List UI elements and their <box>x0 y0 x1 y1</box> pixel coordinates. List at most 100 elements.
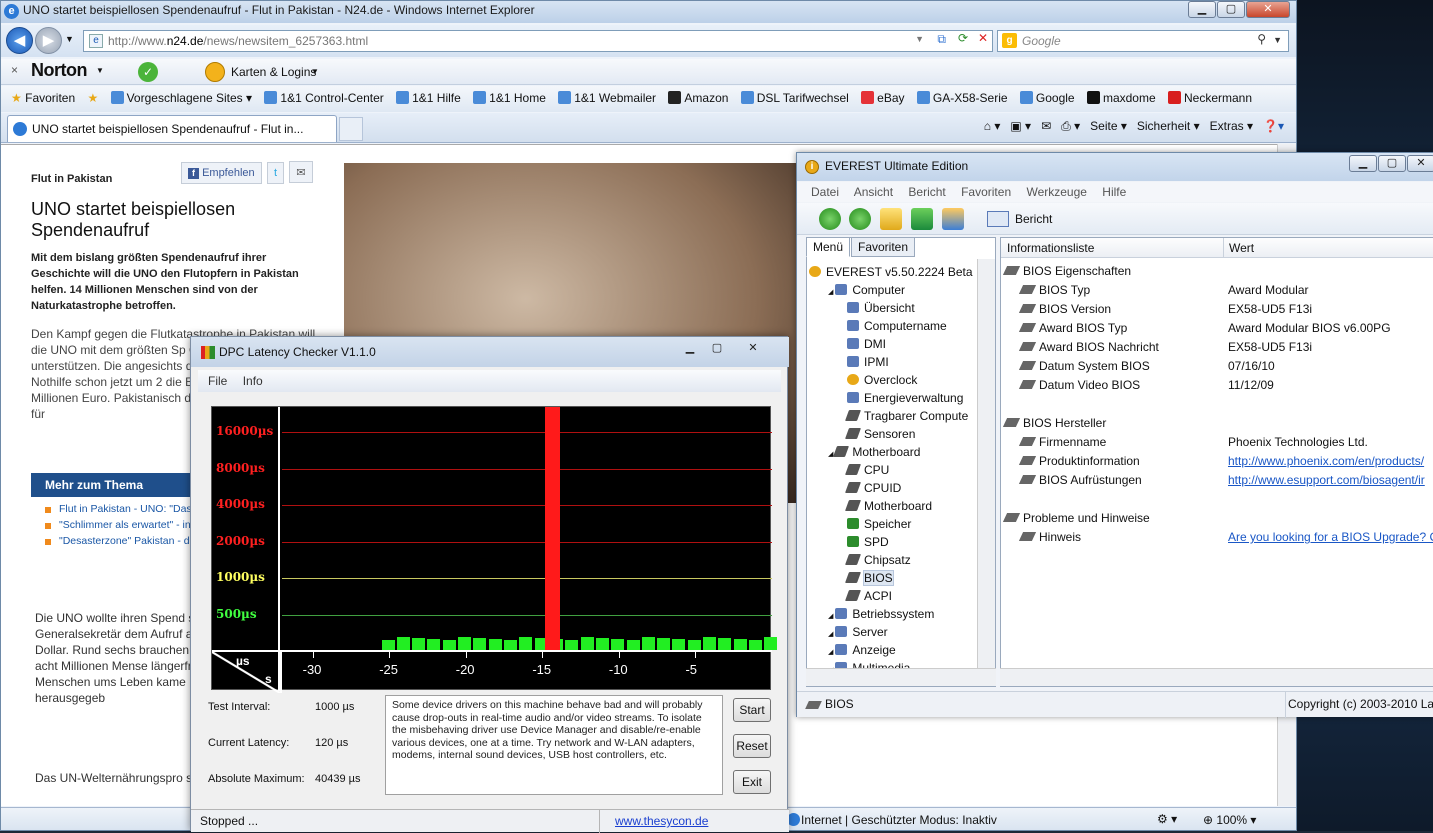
detail-row[interactable]: BIOS Eigenschaften <box>1002 262 1433 281</box>
detail-row[interactable]: BIOS Hersteller <box>1002 414 1433 433</box>
dpc-close-button[interactable]: ✕ <box>731 340 775 357</box>
menu-datei[interactable]: Datei <box>811 185 839 199</box>
tree-item[interactable]: ◢ Anzeige <box>809 641 979 659</box>
ie-maximize-button[interactable]: ▢ <box>1217 1 1245 18</box>
users-icon[interactable] <box>942 208 964 230</box>
tree-item[interactable]: Sensoren <box>809 425 979 443</box>
detail-row[interactable]: Probleme und Hinweise <box>1002 509 1433 528</box>
detail-link[interactable]: http://www.esupport.com/biosagent/ir <box>1228 471 1425 490</box>
add-favorite-icon[interactable]: ★ <box>87 86 98 105</box>
tree-item[interactable]: Motherboard <box>809 497 979 515</box>
history-dropdown-icon[interactable]: ▼ <box>65 34 74 44</box>
tree-item[interactable]: Übersicht <box>809 299 979 317</box>
karten-logins-menu[interactable]: Karten & Logins <box>231 65 316 79</box>
fav-link-8[interactable]: GA-X58-Serie <box>916 86 1008 105</box>
tree-scrollbar[interactable] <box>977 259 995 669</box>
back-arrow-icon[interactable]: ◀ <box>6 27 33 54</box>
menu-bericht[interactable]: Bericht <box>908 185 945 199</box>
dpc-minimize-button[interactable]: ▁ <box>677 340 703 357</box>
rss-feed-icon[interactable]: ▣ ▾ <box>1010 119 1031 133</box>
detail-row[interactable]: Datum System BIOS 07/16/10 <box>1005 357 1433 376</box>
tree-item[interactable]: ◢ Computer <box>809 281 979 299</box>
new-tab-button[interactable] <box>339 117 363 141</box>
fav-link-0[interactable]: Vorgeschlagene Sites ▾ <box>110 86 252 105</box>
detail-row[interactable]: Firmenname Phoenix Technologies Ltd. <box>1005 433 1433 452</box>
tree-item[interactable]: CPU <box>809 461 979 479</box>
detail-row[interactable]: Datum Video BIOS 11/12/09 <box>1005 376 1433 395</box>
detail-row[interactable]: Award BIOS Typ Award Modular BIOS v6.00PG <box>1005 319 1433 338</box>
fav-link-7[interactable]: eBay <box>861 86 905 105</box>
stop-icon[interactable]: ✕ <box>978 31 988 45</box>
column-value[interactable]: Wert <box>1229 241 1254 255</box>
details-hscrollbar[interactable] <box>1000 668 1433 686</box>
tree-item[interactable]: EVEREST v5.50.2224 Beta <box>809 263 979 281</box>
favorites-button[interactable]: ★ Favoriten <box>11 86 75 105</box>
detail-row[interactable]: Hinweis Are you looking for a BIOS Upgrad… <box>1005 528 1433 547</box>
column-divider[interactable] <box>1223 238 1224 258</box>
menu-hilfe[interactable]: Hilfe <box>1102 185 1126 199</box>
fav-link-5[interactable]: Amazon <box>668 86 728 105</box>
thesycon-link[interactable]: www.thesycon.de <box>615 814 708 828</box>
norton-safe-check-icon[interactable]: ✓ <box>138 62 158 82</box>
everest-minimize-button[interactable]: ▁ <box>1349 155 1377 172</box>
expand-arrow-icon[interactable]: ◢ <box>828 289 835 296</box>
print-icon[interactable]: ⎙ ▾ <box>1061 119 1080 133</box>
refresh-icon[interactable] <box>911 208 933 230</box>
norton-close-icon[interactable]: × <box>11 63 18 77</box>
expand-arrow-icon[interactable]: ◢ <box>828 631 835 638</box>
tree-hscrollbar[interactable] <box>806 668 996 686</box>
report-button[interactable]: Bericht <box>1015 212 1052 226</box>
home-icon[interactable]: ⌂ ▾ <box>984 119 1001 133</box>
tree-item[interactable]: ACPI <box>809 587 979 605</box>
report-icon[interactable] <box>987 211 1009 227</box>
sicherheit-menu[interactable]: Sicherheit ▾ <box>1137 119 1200 133</box>
fav-link-10[interactable]: maxdome <box>1086 86 1156 105</box>
identity-safe-lock-icon[interactable] <box>205 62 225 82</box>
tree-item[interactable]: Speicher <box>809 515 979 533</box>
detail-row[interactable]: BIOS Typ Award Modular <box>1005 281 1433 300</box>
tree-item[interactable]: ◢ Betriebssystem <box>809 605 979 623</box>
forward-arrow-icon[interactable]: ▶ <box>35 27 62 54</box>
fav-link-1[interactable]: 1&1 Control-Center <box>264 86 384 105</box>
tab-active[interactable]: UNO startet beispiellosen Spendenaufruf … <box>7 115 337 142</box>
tree-item[interactable]: Computername <box>809 317 979 335</box>
menu-ansicht[interactable]: Ansicht <box>854 185 893 199</box>
tree-item[interactable]: DMI <box>809 335 979 353</box>
fav-link-6[interactable]: DSL Tarifwechsel <box>740 86 849 105</box>
expand-arrow-icon[interactable]: ◢ <box>828 649 835 656</box>
twitter-icon[interactable]: t <box>267 162 285 184</box>
email-share-icon[interactable]: ✉ <box>289 161 313 183</box>
address-input[interactable]: e http://www.n24.de/news/newsitem_625736… <box>83 30 993 52</box>
tab-menu[interactable]: Menü <box>806 237 851 257</box>
karten-dropdown-icon[interactable]: ▼ <box>311 67 319 76</box>
facebook-like-button[interactable]: f Empfehlen <box>181 162 262 184</box>
everest-close-button[interactable]: ✕ <box>1407 155 1433 172</box>
menu-info[interactable]: Info <box>243 374 263 388</box>
tree-item[interactable]: Overclock <box>809 371 979 389</box>
detail-row[interactable]: Award BIOS Nachricht EX58-UD5 F13i <box>1005 338 1433 357</box>
back-arrow-icon[interactable] <box>819 208 841 230</box>
norton-dropdown-icon[interactable]: ▼ <box>96 66 104 75</box>
search-magnifier-icon[interactable]: ⚲ <box>1257 32 1266 46</box>
norton-brand[interactable]: Norton <box>31 60 87 81</box>
tree-item[interactable]: ◢ Server <box>809 623 979 641</box>
folder-up-icon[interactable] <box>880 208 902 230</box>
column-info[interactable]: Informationsliste <box>1007 241 1094 255</box>
tree-item[interactable]: IPMI <box>809 353 979 371</box>
tree-item[interactable]: CPUID <box>809 479 979 497</box>
start-button[interactable]: Start <box>733 698 771 722</box>
menu-werkzeuge[interactable]: Werkzeuge <box>1026 185 1086 199</box>
detail-row[interactable]: BIOS Aufrüstungen http://www.esupport.com… <box>1005 471 1433 490</box>
menu-file[interactable]: File <box>208 374 227 388</box>
exit-button[interactable]: Exit <box>733 770 771 794</box>
compatibility-view-icon[interactable]: ⧉ <box>937 32 946 47</box>
detail-link[interactable]: http://www.phoenix.com/en/products/ <box>1228 452 1424 471</box>
dpc-maximize-button[interactable]: ▢ <box>704 340 730 357</box>
tree-item[interactable]: SPD <box>809 533 979 551</box>
fav-link-4[interactable]: 1&1 Webmailer <box>558 86 656 105</box>
tree-item[interactable]: Tragbarer Compute <box>809 407 979 425</box>
tab-favoriten[interactable]: Favoriten <box>851 237 916 257</box>
detail-link[interactable]: Are you looking for a BIOS Upgrade? C <box>1228 528 1433 547</box>
forward-arrow-icon[interactable] <box>849 208 871 230</box>
tree-item[interactable]: BIOS <box>809 569 979 587</box>
